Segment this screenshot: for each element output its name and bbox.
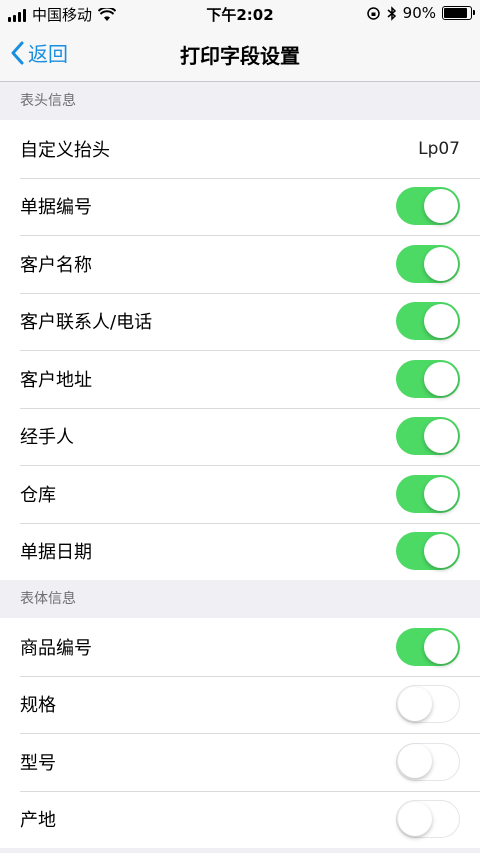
row-label: 规格 bbox=[20, 695, 56, 717]
toggle-switch[interactable] bbox=[396, 417, 460, 456]
row-label: 自定义抬头 bbox=[20, 139, 110, 161]
row-custom-title[interactable]: 自定义抬头 Lp07 bbox=[0, 120, 480, 178]
battery-icon bbox=[442, 6, 475, 20]
row-customer-name: 客户名称 bbox=[0, 235, 480, 293]
row-document-number: 单据编号 bbox=[0, 177, 480, 236]
toggle-knob bbox=[424, 629, 458, 664]
row-label: 客户地址 bbox=[20, 369, 92, 391]
body-info-list: 商品编号 规格 型号 产地 bbox=[0, 618, 480, 848]
row-label: 仓库 bbox=[20, 484, 56, 506]
toggle-knob bbox=[424, 476, 458, 511]
row-label: 商品编号 bbox=[20, 637, 92, 659]
toggle-switch[interactable] bbox=[396, 532, 460, 571]
toggle-switch[interactable] bbox=[396, 627, 460, 666]
toggle-knob bbox=[424, 419, 458, 454]
toggle-switch[interactable] bbox=[396, 244, 460, 283]
row-label: 客户名称 bbox=[20, 254, 92, 276]
toggle-knob bbox=[424, 304, 458, 339]
row-label: 客户联系人/电话 bbox=[20, 312, 153, 334]
back-label: 返回 bbox=[28, 42, 68, 66]
toggle-switch[interactable] bbox=[396, 685, 460, 724]
row-label: 单据日期 bbox=[20, 542, 92, 564]
toggle-switch[interactable] bbox=[396, 359, 460, 398]
chevron-left-icon bbox=[11, 41, 24, 64]
toggle-switch[interactable] bbox=[396, 742, 460, 781]
row-specification: 规格 bbox=[0, 675, 480, 734]
section-header-header-info: 表头信息 bbox=[0, 82, 480, 120]
status-bar: 中国移动 下午2:02 90% bbox=[0, 0, 480, 26]
row-label: 产地 bbox=[20, 810, 56, 832]
toggle-knob bbox=[398, 801, 432, 836]
battery-percent: 90% bbox=[402, 4, 436, 22]
bluetooth-icon bbox=[387, 5, 396, 21]
toggle-knob bbox=[424, 361, 458, 396]
row-document-date: 单据日期 bbox=[0, 522, 480, 581]
battery-level bbox=[444, 8, 468, 18]
status-right: 90% bbox=[366, 4, 475, 22]
row-value: Lp07 bbox=[418, 138, 460, 159]
toggle-knob bbox=[398, 686, 432, 721]
row-model: 型号 bbox=[0, 733, 480, 791]
back-button[interactable]: 返回 bbox=[10, 38, 68, 67]
row-customer-contact: 客户联系人/电话 bbox=[0, 292, 480, 351]
toggle-switch[interactable] bbox=[396, 187, 460, 226]
section-header-body-info: 表体信息 bbox=[0, 580, 480, 618]
row-product-code: 商品编号 bbox=[0, 618, 480, 676]
toggle-switch[interactable] bbox=[396, 474, 460, 513]
toggle-knob bbox=[424, 534, 458, 569]
toggle-knob bbox=[398, 744, 432, 779]
toggle-switch[interactable] bbox=[396, 302, 460, 341]
row-label: 型号 bbox=[20, 752, 56, 774]
toggle-knob bbox=[424, 246, 458, 281]
row-label: 单据编号 bbox=[20, 197, 92, 219]
toggle-knob bbox=[424, 189, 458, 224]
row-label: 经手人 bbox=[20, 427, 74, 449]
row-origin: 产地 bbox=[0, 790, 480, 849]
row-customer-address: 客户地址 bbox=[0, 350, 480, 408]
row-warehouse: 仓库 bbox=[0, 465, 480, 523]
row-handler: 经手人 bbox=[0, 407, 480, 466]
navigation-bar: 返回 打印字段设置 bbox=[0, 26, 480, 82]
header-info-list: 自定义抬头 Lp07 单据编号 客户名称 客户联系人/电话 客户地址 经手人 仓… bbox=[0, 120, 480, 580]
toggle-switch[interactable] bbox=[396, 800, 460, 839]
page-title: 打印字段设置 bbox=[180, 44, 300, 68]
orientation-lock-icon bbox=[366, 6, 380, 20]
